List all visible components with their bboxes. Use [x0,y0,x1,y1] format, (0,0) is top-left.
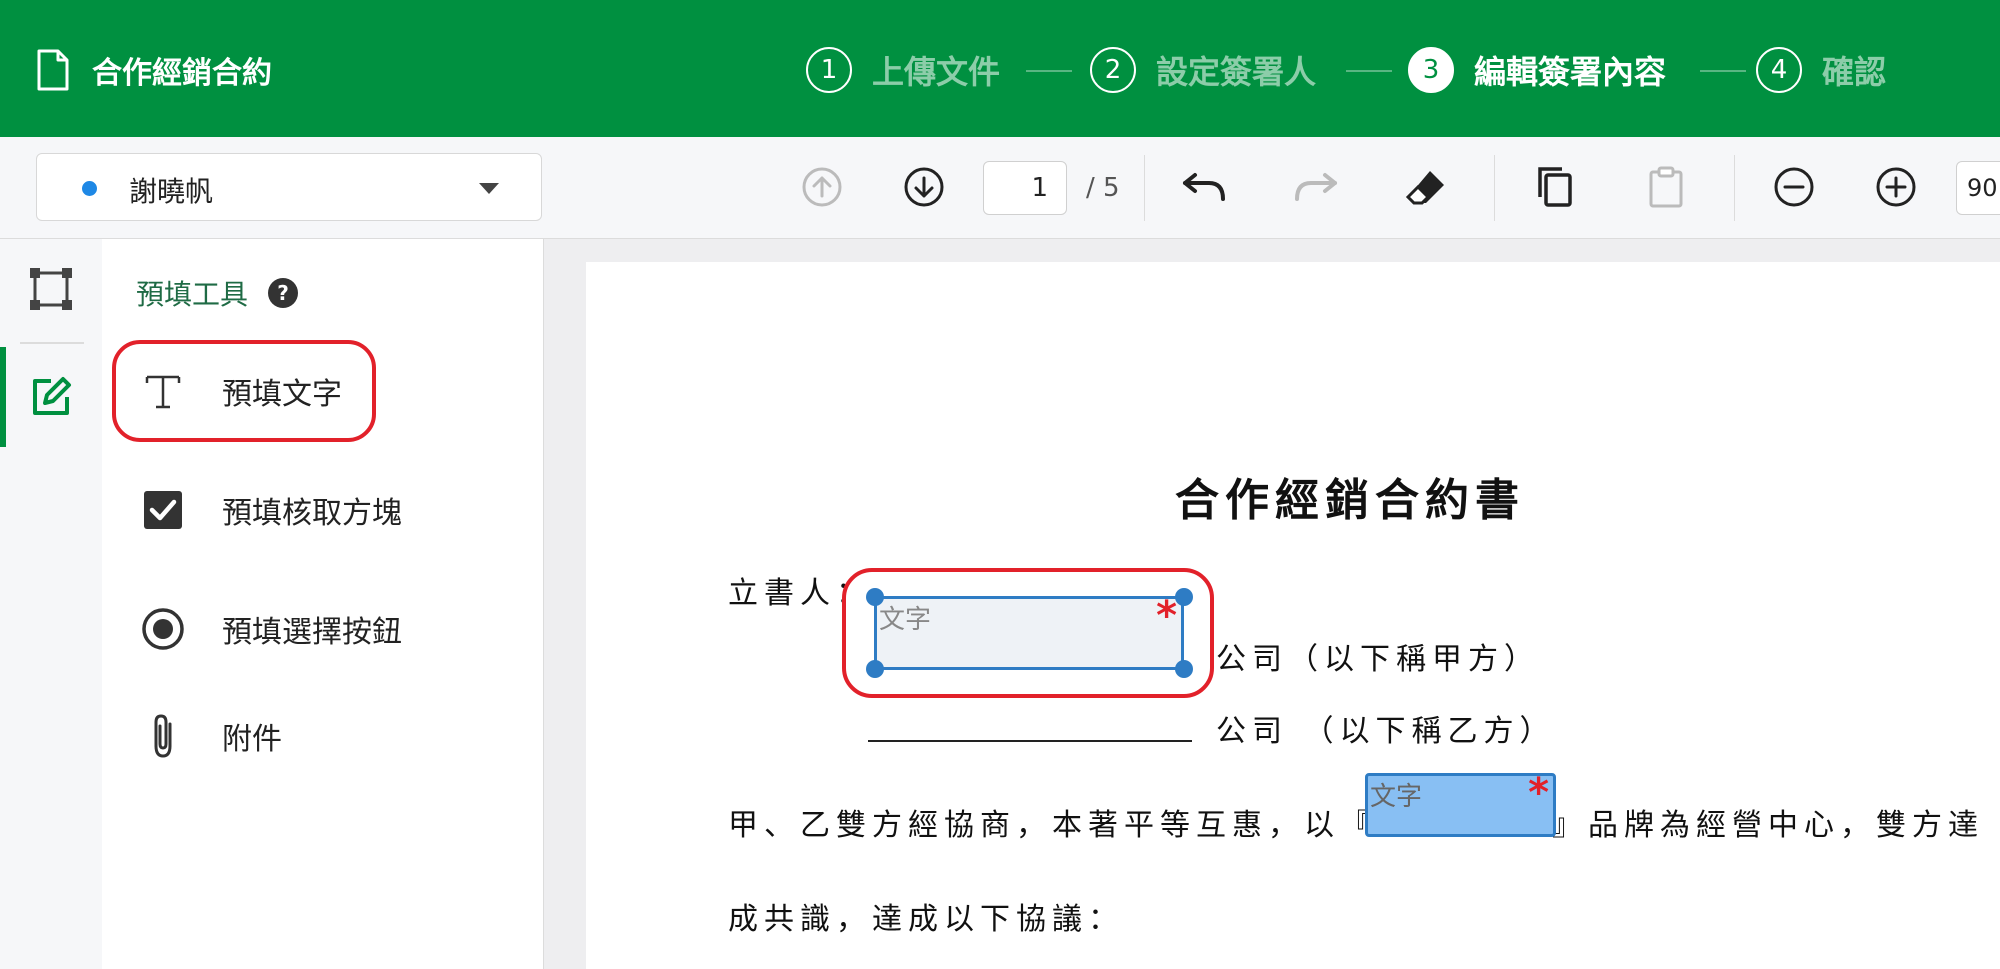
tool-prefill-checkbox[interactable]: 預填核取方塊 [136,475,402,545]
checkbox-icon [136,483,190,537]
edit-icon [33,377,71,415]
party-b-blank-line [868,740,1192,742]
step-edit-content[interactable]: 3 編輯簽署內容 [1408,44,1666,96]
step-set-signers[interactable]: 2 設定簽署人 [1090,44,1316,96]
next-field-button[interactable] [900,163,948,211]
eraser-button[interactable] [1402,163,1450,211]
tool-prefill-radio[interactable]: 預填選擇按鈕 [136,594,402,664]
contract-line-agreement-start: 甲、乙雙方經協商，本著平等互惠，以『 [728,808,1376,843]
prev-field-button[interactable] [798,163,846,211]
document-title: 合作經銷合約 [36,44,272,96]
document-icon [37,49,69,91]
signer-color-dot [82,181,97,196]
step-upload[interactable]: 1 上傳文件 [806,44,1000,96]
tool-attachment[interactable]: 附件 [136,701,282,771]
step-number: 3 [1408,47,1454,93]
contract-line-party-a: 公司（以下稱甲方） [1216,642,1540,677]
undo-icon [1183,173,1225,201]
editor-toolbar: 謝曉帆 1 / 5 90 [0,137,2000,239]
signer-name: 謝曉帆 [129,175,214,208]
tools-panel-title: 預填工具 ? [136,273,299,313]
document-page [586,262,2000,969]
paperclip-icon [136,709,190,763]
zoom-out-icon [1774,167,1814,207]
paste-button[interactable] [1642,163,1690,211]
step-connector [1346,70,1392,72]
step-label: 確認 [1822,53,1887,91]
tool-highlight-annotation [112,340,376,442]
copy-icon [1538,167,1572,207]
zoom-level-input[interactable]: 90. [1956,161,2000,215]
toolbar-divider [1734,155,1735,221]
step-label: 上傳文件 [872,53,1001,91]
step-number: 2 [1090,47,1136,93]
redo-icon [1295,173,1337,201]
contract-title: 合作經銷合約書 [1175,475,1525,526]
chevron-down-icon [479,183,499,194]
prefill-text-field-brand[interactable]: 文字 * [1365,770,1556,837]
step-label: 設定簽署人 [1156,53,1317,91]
radio-icon [136,602,190,656]
copy-button[interactable] [1530,163,1578,211]
rail-prefill-tab[interactable] [0,347,102,447]
tool-label: 預填選擇按鈕 [222,615,402,650]
clipboard-icon [1649,166,1683,208]
step-number: 4 [1756,47,1802,93]
field-highlight-annotation [842,568,1214,698]
eraser-icon [1405,171,1444,205]
zoom-in-icon [1876,167,1916,207]
toolbar-divider [1144,155,1145,221]
undo-button[interactable] [1180,163,1228,211]
rail-fields-tab[interactable] [0,239,102,339]
selection-frame-icon [30,268,72,310]
help-icon[interactable]: ? [268,278,299,308]
step-connector [1026,70,1072,72]
zoom-in-button[interactable] [1872,163,1920,211]
tool-label: 附件 [222,722,282,757]
contract-line-agreement-end: 』品牌為經營中心，雙方達 [1552,808,1984,843]
contract-line-party-b: 公司 （以下稱乙方） [1216,714,1556,749]
signer-select[interactable]: 謝曉帆 [36,153,542,221]
page-number-input[interactable]: 1 [983,161,1067,215]
left-rail [0,239,102,969]
redo-button[interactable] [1292,163,1340,211]
field-placeholder: 文字 [1370,782,1423,812]
document-title-text: 合作經銷合約 [92,56,272,91]
tools-title-text: 預填工具 [136,278,249,311]
zoom-out-button[interactable] [1770,163,1818,211]
contract-line-consensus: 成共識，達成以下協議： [728,902,1124,937]
arrow-up-circle-icon [802,167,842,207]
step-label: 編輯簽署內容 [1474,53,1667,91]
tool-label: 預填核取方塊 [222,496,402,531]
step-confirm[interactable]: 4 確認 [1756,44,1886,96]
page-total: / 5 [1086,173,1120,203]
top-header: 合作經銷合約 1 上傳文件 2 設定簽署人 3 編輯簽署內容 4 確認 [0,0,2000,137]
required-asterisk: * [1528,770,1549,816]
toolbar-divider [1494,155,1495,221]
rail-divider [20,342,84,344]
arrow-down-circle-icon [904,167,944,207]
step-number: 1 [806,47,852,93]
step-connector [1700,70,1746,72]
